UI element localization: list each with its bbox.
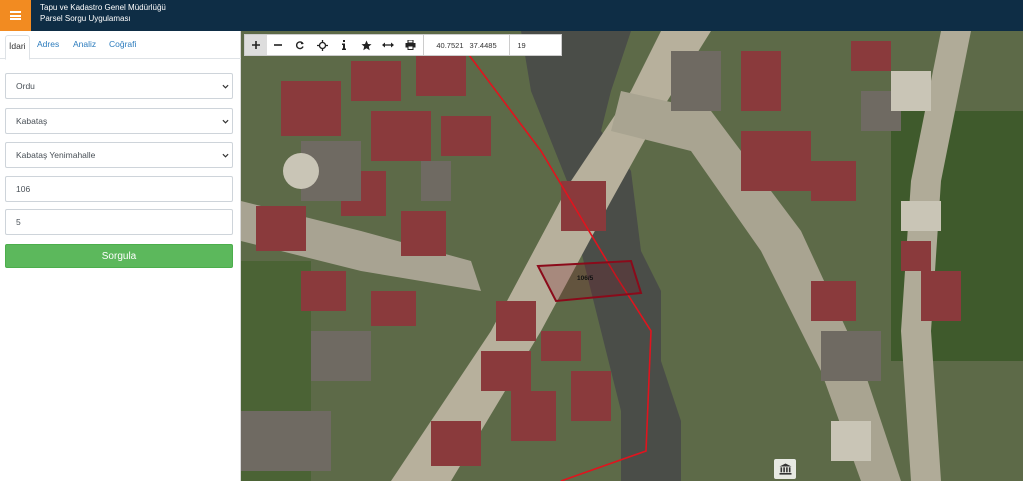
app-title: Tapu ve Kadastro Genel Müdürlüğü Parsel …: [40, 2, 166, 24]
parsel-input[interactable]: 5: [5, 209, 233, 235]
info-button[interactable]: [333, 35, 355, 55]
building-button[interactable]: [774, 459, 796, 479]
tab-cografi[interactable]: Coğrafi: [109, 39, 136, 49]
chevron-down-icon: [222, 84, 229, 89]
il-select[interactable]: Ordu: [5, 73, 233, 99]
app-title-line1: Tapu ve Kadastro Genel Müdürlüğü: [40, 3, 166, 12]
ada-input[interactable]: 106: [5, 176, 233, 202]
il-select-value: Ordu: [16, 81, 35, 91]
info-icon: [342, 40, 346, 50]
print-button[interactable]: [399, 35, 421, 55]
zoom-in-icon: [252, 41, 260, 49]
refresh-button[interactable]: [289, 35, 311, 55]
ada-input-value: 106: [16, 184, 31, 194]
print-icon: [405, 40, 415, 50]
mahalle-select-value: Kabataş Yenimahalle: [16, 150, 96, 160]
satellite-imagery: [241, 31, 1023, 481]
ilce-select-value: Kabataş: [16, 116, 48, 126]
hamburger-icon: [10, 11, 21, 20]
zoom-out-icon: [274, 44, 282, 46]
zoom-out-button[interactable]: [267, 35, 289, 55]
locate-icon: [316, 39, 328, 51]
parsel-input-value: 5: [16, 217, 21, 227]
longitude-value: 37.4485: [469, 40, 497, 50]
sorgula-button[interactable]: Sorgula: [5, 244, 233, 268]
star-icon: [361, 40, 371, 50]
chevron-down-icon: [222, 153, 229, 158]
ilce-select[interactable]: Kabataş: [5, 108, 233, 134]
refresh-icon: [296, 41, 304, 50]
tab-adres[interactable]: Adres: [37, 39, 59, 49]
coordinate-readout: 40.7521 37.4485: [423, 35, 509, 55]
latitude-value: 40.7521: [436, 40, 464, 50]
parcel-label: 106/5: [577, 275, 594, 282]
app-header: Tapu ve Kadastro Genel Müdürlüğü Parsel …: [0, 0, 1023, 31]
measure-icon: [382, 42, 394, 48]
sidebar-tabs: İdari Adres Analiz Coğrafi: [0, 35, 241, 60]
map-toolbar: 40.7521 37.4485 19: [244, 34, 562, 56]
sidebar: İdari Adres Analiz Coğrafi Ordu Kabataş …: [0, 31, 241, 481]
tab-analiz[interactable]: Analiz: [73, 39, 96, 49]
favorite-button[interactable]: [355, 35, 377, 55]
app-title-line2: Parsel Sorgu Uygulaması: [40, 14, 131, 23]
zoom-level: 19: [509, 35, 533, 55]
map-view[interactable]: 106/5 40.7521 37.4485 19: [241, 31, 1023, 481]
measure-button[interactable]: [377, 35, 399, 55]
mahalle-select[interactable]: Kabataş Yenimahalle: [5, 142, 233, 168]
zoom-in-button[interactable]: [245, 35, 267, 55]
tab-idari[interactable]: İdari: [5, 35, 30, 60]
building-icon: [779, 463, 791, 475]
chevron-down-icon: [222, 119, 229, 124]
locate-button[interactable]: [311, 35, 333, 55]
menu-button[interactable]: [0, 0, 31, 31]
